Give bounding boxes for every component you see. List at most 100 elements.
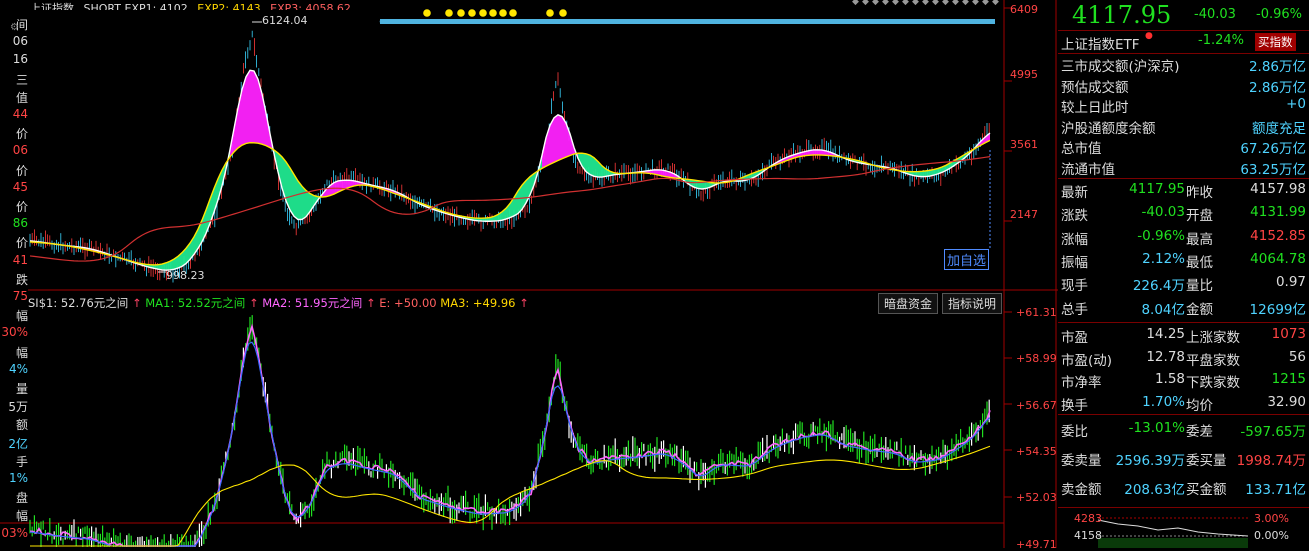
buy-index-button[interactable]: 买指数 [1255, 33, 1296, 51]
stat-label: 市盈 [1061, 326, 1088, 346]
mini-pct-high: 3.00% [1254, 512, 1289, 525]
svg-text:◆: ◆ [912, 0, 919, 7]
row-label: 预估成交额 [1061, 76, 1129, 96]
stat-value: 226.4万 [1133, 274, 1185, 294]
stat-label: 市盈(动) [1061, 349, 1112, 369]
price-axis-tick: 6409 [1010, 3, 1038, 16]
row-label: 三市成交额(沪深京) [1061, 55, 1180, 75]
etf-name[interactable]: 上证指数ETF [1061, 33, 1140, 53]
chart-area[interactable]: 上证指数 SHORT EXP1: 4102 EXP2: 4143 EXP3: 4… [0, 0, 1058, 548]
svg-text:◆: ◆ [892, 0, 899, 7]
ma3-value: MA3: +49.96 [440, 296, 515, 310]
stat-label: 换手 [1061, 394, 1088, 414]
stat-label: 现手 [1061, 274, 1088, 294]
sub-indicator-legend: SI$1: 52.76元之间 ↑ MA1: 52.52元之间 ↑ MA2: 51… [28, 295, 529, 311]
stats-row: 涨跌-40.03开盘4131.99 [1061, 204, 1308, 226]
stat-value: 2.12% [1142, 251, 1185, 267]
stat-label: 金额 [1186, 298, 1213, 318]
etf-pct: -1.24% [1198, 33, 1244, 48]
quote-panel: 4117.95 -40.03 -0.96% 上证指数ETF ● -1.24% 买… [1058, 0, 1309, 548]
breadth-row: 市盈(动)12.78平盘家数56 [1061, 349, 1308, 371]
stat-label: 卖金额 [1061, 478, 1102, 498]
stat-label: 下跌家数 [1186, 371, 1240, 391]
row-label: 较上日此时 [1061, 96, 1129, 116]
sub-axis-tick: +52.03 [1016, 491, 1057, 504]
stat-label: 买金额 [1186, 478, 1227, 498]
stat-value: -13.01% [1129, 420, 1185, 436]
stat-value: 56 [1289, 349, 1306, 365]
quote-header: 4117.95 -40.03 -0.96% [1058, 0, 1309, 30]
price-change-pct: -0.96% [1256, 7, 1302, 22]
stat-value: 0.97 [1276, 274, 1306, 290]
price-change: -40.03 [1194, 7, 1236, 22]
stats-row: 涨幅-0.96%最高4152.85 [1061, 228, 1308, 250]
etf-row[interactable]: 上证指数ETF ● -1.24% 买指数 [1058, 31, 1309, 53]
stat-value: 4152.85 [1250, 228, 1306, 244]
stat-label: 上涨家数 [1186, 326, 1240, 346]
svg-text:◆: ◆ [922, 0, 929, 7]
stats-row: 振幅 2.12%最低 4064.78 [1061, 251, 1308, 273]
high-price-label: 6124.04 [262, 14, 308, 27]
sub-axis-tick: +61.31 [1016, 306, 1057, 319]
svg-text:◆: ◆ [942, 0, 949, 7]
svg-text:◆: ◆ [862, 0, 869, 7]
stat-label: 开盘 [1186, 204, 1213, 224]
stat-value: 14.25 [1146, 326, 1185, 342]
svg-text:◆: ◆ [872, 0, 879, 7]
dark-pool-button[interactable]: 暗盘资金 [878, 293, 938, 314]
breadth-row: 市盈 14.25上涨家数 1073 [1061, 326, 1308, 348]
stat-label: 最低 [1186, 251, 1213, 271]
mini-intraday-chart[interactable]: 4283 4158 3.00% 0.00% [1058, 510, 1309, 548]
sub-axis-tick: +49.71 [1016, 538, 1057, 551]
etf-dot-icon: ● [1145, 31, 1153, 41]
e-value: E: +50.00 [379, 296, 436, 310]
market-row: 预估成交额2.86万亿 [1061, 76, 1308, 98]
stat-value: 32.90 [1267, 394, 1306, 410]
stat-value: 4064.78 [1250, 251, 1306, 267]
stat-value: 4117.95 [1129, 181, 1185, 197]
stat-value: 12699亿 [1250, 298, 1306, 318]
kline-chart-svg[interactable]: ◆◆◆◆◆◆◆◆◆◆◆◆◆◆◆ [0, 0, 1058, 548]
svg-text:◆: ◆ [852, 0, 859, 7]
orders-row: 卖金额 208.63亿买金额 133.71亿 [1061, 478, 1308, 500]
indicator-help-button[interactable]: 指标说明 [942, 293, 1002, 314]
sub-axis-tick: +56.67 [1016, 399, 1057, 412]
market-row: 沪股通额度余额额度充足 [1061, 117, 1308, 139]
market-row: 三市成交额(沪深京) 2.86万亿 [1061, 55, 1308, 77]
low-price-label: 998.23 [166, 269, 205, 282]
stat-label: 委买量 [1186, 449, 1227, 469]
row-value: 额度充足 [1252, 117, 1306, 137]
stat-value: 1073 [1272, 326, 1306, 342]
si-value: SI$1: 52.76元之间 [28, 296, 128, 310]
row-value: 63.25万亿 [1240, 158, 1306, 178]
row-label: 总市值 [1061, 137, 1102, 157]
stats-row: 最新4117.95昨收4157.98 [1061, 181, 1308, 203]
stat-label: 昨收 [1186, 181, 1213, 201]
svg-text:◆: ◆ [882, 0, 889, 7]
orders-row: 委比-13.01%委差-597.65万 [1061, 420, 1308, 442]
stat-label: 振幅 [1061, 251, 1088, 271]
orders-row: 委卖量2596.39万委买量1998.74万 [1061, 449, 1308, 471]
price-axis-tick: 4995 [1010, 68, 1038, 81]
stat-label: 量比 [1186, 274, 1213, 294]
stat-value: 208.63亿 [1124, 478, 1185, 498]
stat-value: -0.96% [1137, 228, 1185, 244]
svg-text:◆: ◆ [982, 0, 989, 7]
stat-label: 涨跌 [1061, 204, 1088, 224]
mini-price-base: 4158 [1074, 529, 1102, 542]
add-watchlist-button[interactable]: 加自选 [944, 249, 989, 270]
mini-price-high: 4283 [1074, 512, 1102, 525]
svg-text:◆: ◆ [992, 0, 999, 7]
stat-value: 133.71亿 [1245, 478, 1306, 498]
stat-value: 4131.99 [1250, 204, 1306, 220]
last-price: 4117.95 [1072, 1, 1171, 29]
stat-label: 委比 [1061, 420, 1088, 440]
stat-label: 平盘家数 [1186, 349, 1240, 369]
row-value: +0 [1286, 96, 1306, 112]
stat-value: 1.58 [1155, 371, 1185, 387]
sub-axis-tick: +58.99 [1016, 352, 1057, 365]
market-row: 总市值67.26万亿 [1061, 137, 1308, 159]
stat-value: 1.70% [1142, 394, 1185, 410]
stat-label: 最高 [1186, 228, 1213, 248]
row-value: 2.86万亿 [1249, 55, 1306, 75]
